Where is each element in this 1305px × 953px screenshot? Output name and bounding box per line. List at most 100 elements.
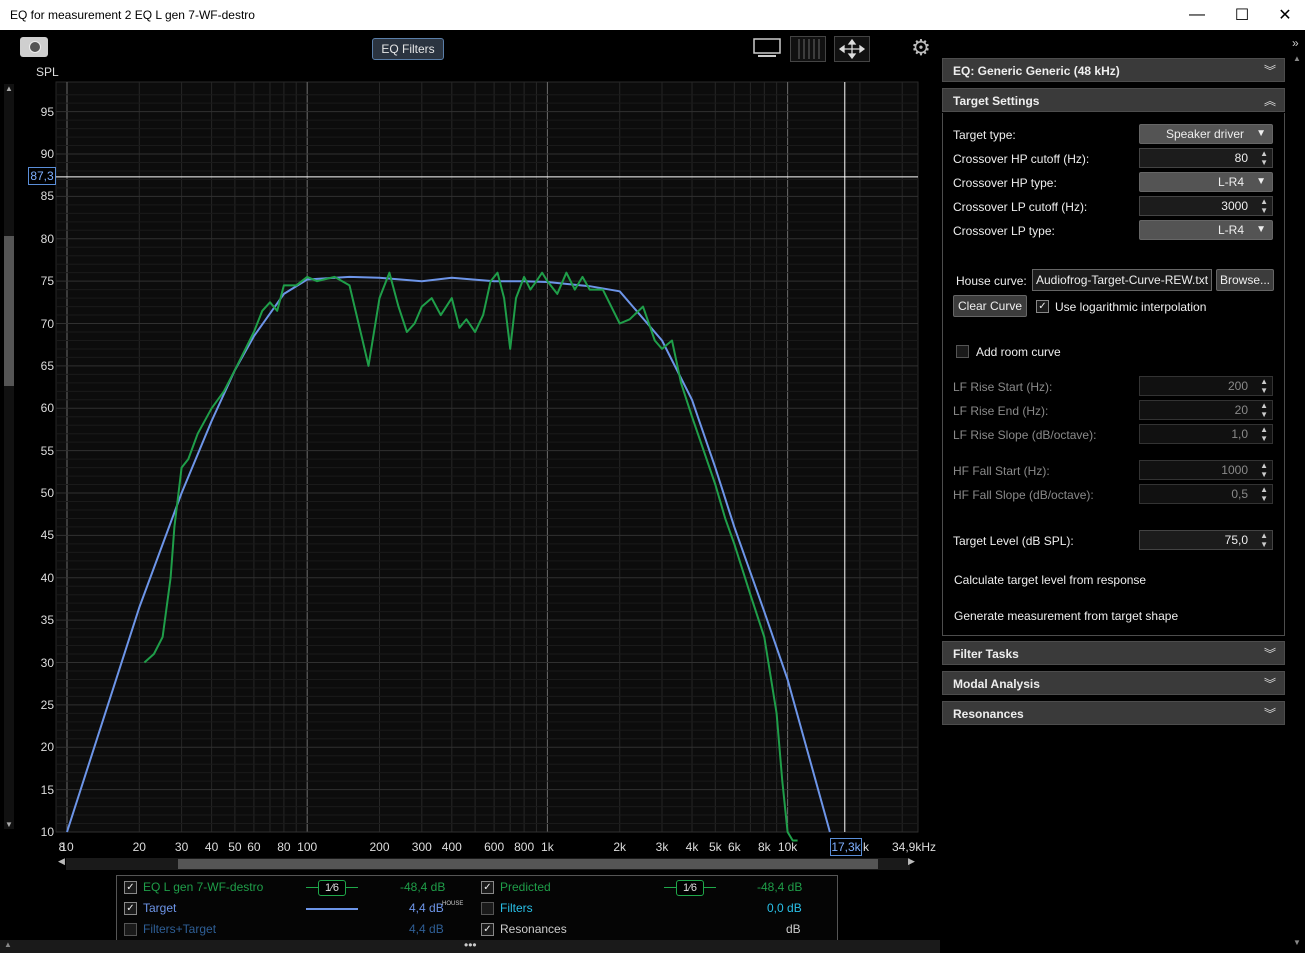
legend-checkbox-filters-target[interactable]	[124, 923, 137, 936]
spin-arrows-icon[interactable]: ▲ ▼	[1260, 149, 1268, 167]
x-tick-label: 60	[247, 840, 261, 854]
lf-rise-start-input[interactable]: 200 ▲ ▼	[1139, 376, 1273, 396]
lp-type-label: Crossover LP type:	[953, 224, 1055, 238]
smoothing-badge-predicted[interactable]: 1⁄6	[676, 880, 704, 896]
legend-checkbox-target[interactable]: ✓	[124, 902, 137, 915]
x-tick-label: 4k	[685, 840, 699, 854]
resonances-title: Resonances	[953, 707, 1024, 721]
add-room-checkbox[interactable]	[956, 345, 969, 358]
y-tick-label: 25	[40, 697, 54, 712]
log-interp-label: Use logarithmic interpolation	[1055, 300, 1207, 314]
cursor-x-readout: 17,3k	[830, 838, 862, 856]
legend-checkbox-filters[interactable]	[481, 902, 494, 915]
lf-rise-end-input[interactable]: 20 ▲ ▼	[1139, 400, 1273, 420]
collapse-panel-icon[interactable]: »	[1292, 36, 1299, 50]
y-tick-label: 30	[40, 655, 54, 670]
horizontal-scrollbar[interactable]	[66, 858, 910, 870]
resonances-header[interactable]: Resonances ︾	[942, 701, 1285, 725]
y-tick-label: 95	[40, 104, 54, 119]
target-settings-header[interactable]: Target Settings ︽	[942, 88, 1285, 112]
legend-value-filters: 0,0 dB	[767, 901, 802, 915]
maximize-button[interactable]: ☐	[1220, 0, 1264, 30]
lf-rise-start-label: LF Rise Start (Hz):	[953, 380, 1053, 394]
chevron-down-icon: ︾	[1263, 707, 1276, 721]
hp-cutoff-input[interactable]: 80 ▲ ▼	[1139, 148, 1273, 168]
eq-section-header[interactable]: EQ: Generic Generic (48 kHz) ︾	[942, 58, 1285, 82]
legend-value-filters-target: 4,4 dB	[409, 922, 444, 936]
bottom-strip: ▲ •••	[0, 938, 940, 953]
legend-value-predicted: -48,4 dB	[757, 880, 803, 894]
x-tick-label: 80	[277, 840, 291, 854]
target-type-select[interactable]: Speaker driver ▼	[1139, 124, 1273, 144]
bottom-left-arrow[interactable]: ▲	[4, 940, 12, 949]
clear-curve-button[interactable]: Clear Curve	[953, 295, 1027, 317]
target-type-value: Speaker driver	[1165, 127, 1244, 141]
spin-arrows-icon[interactable]: ▲ ▼	[1260, 531, 1268, 549]
spin-arrows-icon[interactable]: ▲ ▼	[1260, 197, 1268, 215]
resize-grip-icon[interactable]: •••	[464, 938, 477, 952]
x-tick-label: k	[863, 840, 869, 854]
dropdown-arrow-icon: ▼	[1256, 128, 1266, 139]
house-curve-input[interactable]: Audiofrog-Target-Curve-REW.txt	[1032, 269, 1212, 291]
hf-fall-slope-label: HF Fall Slope (dB/octave):	[953, 488, 1094, 502]
lf-rise-slope-value: 1,0	[1231, 427, 1248, 441]
hf-fall-start-label: HF Fall Start (Hz):	[953, 464, 1050, 478]
hp-type-select[interactable]: L-R4 ▼	[1139, 172, 1273, 192]
right-edge-strip: » ▲ ▼	[1290, 30, 1305, 953]
x-tick-label: 20	[132, 840, 146, 854]
hf-fall-slope-input[interactable]: 0,5 ▲ ▼	[1139, 484, 1273, 504]
lf-rise-slope-label: LF Rise Slope (dB/octave):	[953, 428, 1097, 442]
close-button[interactable]: ✕	[1263, 0, 1305, 30]
target-level-input[interactable]: 75,0 ▲ ▼	[1139, 530, 1273, 550]
horizontal-scroll-thumb[interactable]	[178, 859, 878, 869]
x-tick-label: 40	[204, 840, 219, 854]
legend-label-resonances: Resonances	[500, 922, 567, 936]
spin-arrows-icon[interactable]: ▲ ▼	[1260, 401, 1268, 419]
log-interp-checkbox[interactable]: ✓	[1036, 300, 1049, 313]
calc-target-button[interactable]: Calculate target level from response	[954, 573, 1146, 587]
y-tick-label: 55	[40, 443, 54, 458]
modal-analysis-header[interactable]: Modal Analysis ︾	[942, 671, 1285, 695]
scroll-left-arrow[interactable]: ◀	[58, 856, 65, 867]
x-tick-label: 300	[411, 840, 432, 854]
lf-rise-start-value: 200	[1227, 379, 1248, 393]
minimize-button[interactable]: —	[1175, 0, 1219, 30]
y-tick-label: 80	[40, 231, 54, 246]
legend-checkbox-predicted[interactable]: ✓	[481, 881, 494, 894]
browse-button[interactable]: Browse...	[1216, 269, 1274, 291]
x-tick-label: 800	[514, 840, 535, 854]
legend-checkbox-resonances[interactable]: ✓	[481, 923, 494, 936]
filter-tasks-header[interactable]: Filter Tasks ︾	[942, 641, 1285, 665]
y-tick-label: 75	[40, 274, 54, 289]
lp-cutoff-input[interactable]: 3000 ▲ ▼	[1139, 196, 1273, 216]
chevron-up-icon: ︽	[1263, 94, 1276, 108]
spin-arrows-icon[interactable]: ▲ ▼	[1260, 485, 1268, 503]
hf-fall-start-input[interactable]: 1000 ▲ ▼	[1139, 460, 1273, 480]
legend-value-resonances: dB	[786, 922, 801, 936]
generate-measurement-button[interactable]: Generate measurement from target shape	[954, 609, 1178, 623]
cursor-y-readout: 87,3	[28, 167, 56, 185]
panel-scroll-down-arrow[interactable]: ▼	[1293, 938, 1301, 947]
y-tick-label: 50	[40, 486, 54, 501]
lf-rise-slope-input[interactable]: 1,0 ▲ ▼	[1139, 424, 1273, 444]
y-tick-label: 60	[40, 401, 54, 416]
target-settings-title: Target Settings	[953, 94, 1040, 108]
frequency-response-chart[interactable]	[0, 0, 940, 860]
spin-arrows-icon[interactable]: ▲ ▼	[1260, 461, 1268, 479]
scroll-right-arrow[interactable]: ▶	[908, 856, 915, 867]
lp-type-select[interactable]: L-R4 ▼	[1139, 220, 1273, 240]
x-tick-label: 34,9kHz	[891, 840, 937, 854]
legend-checkbox-measurement[interactable]: ✓	[124, 881, 137, 894]
chevron-down-icon: ︾	[1263, 647, 1276, 661]
spin-arrows-icon[interactable]: ▲ ▼	[1260, 425, 1268, 443]
smoothing-badge-measurement[interactable]: 1⁄6	[318, 880, 346, 896]
panel-scroll-up-arrow[interactable]: ▲	[1293, 54, 1301, 63]
modal-analysis-title: Modal Analysis	[953, 677, 1040, 691]
filter-tasks-title: Filter Tasks	[953, 647, 1019, 661]
legend-label-filters: Filters	[500, 901, 533, 915]
x-tick-label: 400	[441, 840, 462, 854]
hf-fall-slope-value: 0,5	[1231, 487, 1248, 501]
spin-arrows-icon[interactable]: ▲ ▼	[1260, 377, 1268, 395]
y-tick-label: 15	[40, 782, 54, 797]
y-tick-label: 35	[40, 613, 54, 628]
